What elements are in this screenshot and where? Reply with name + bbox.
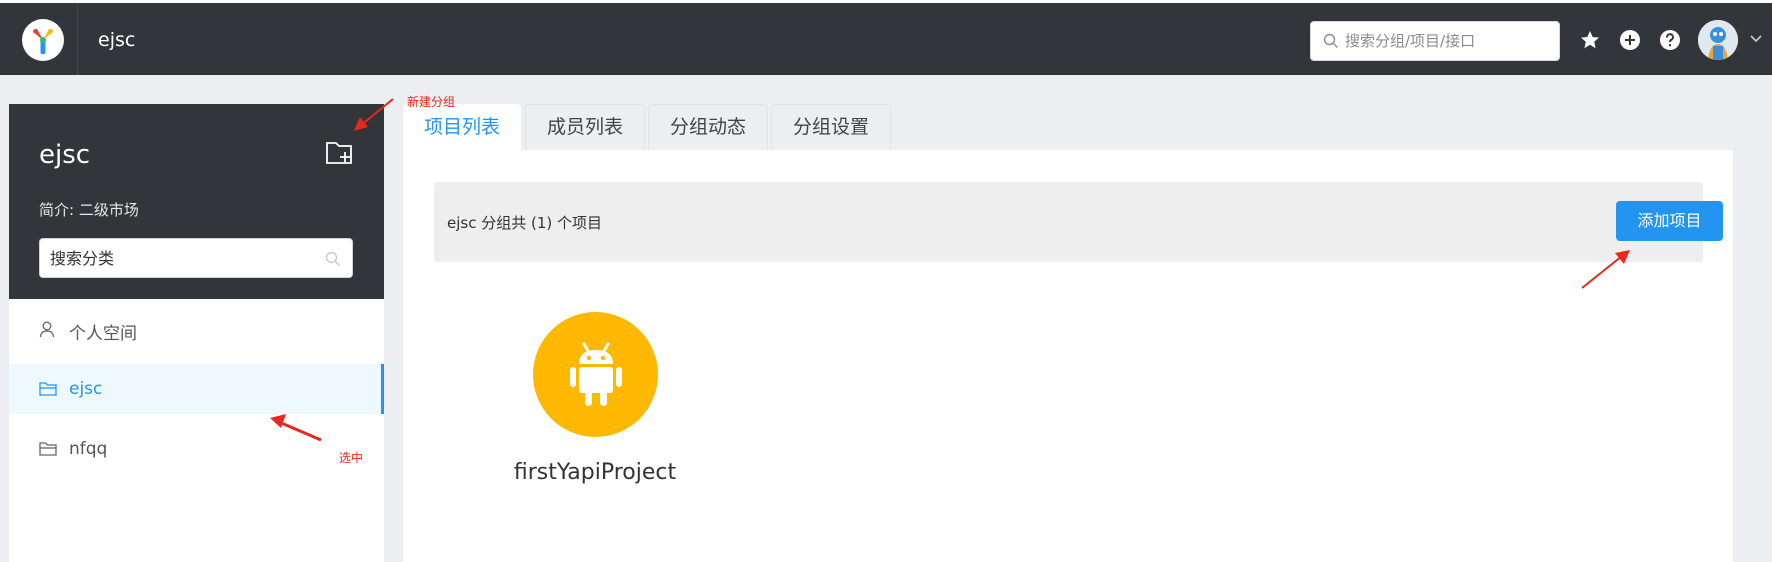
arrow-to-add-project <box>1581 250 1630 289</box>
annotation-arrows <box>270 98 1630 442</box>
arrow-to-selected-item <box>270 414 322 442</box>
arrow-to-folder-add <box>354 98 394 131</box>
